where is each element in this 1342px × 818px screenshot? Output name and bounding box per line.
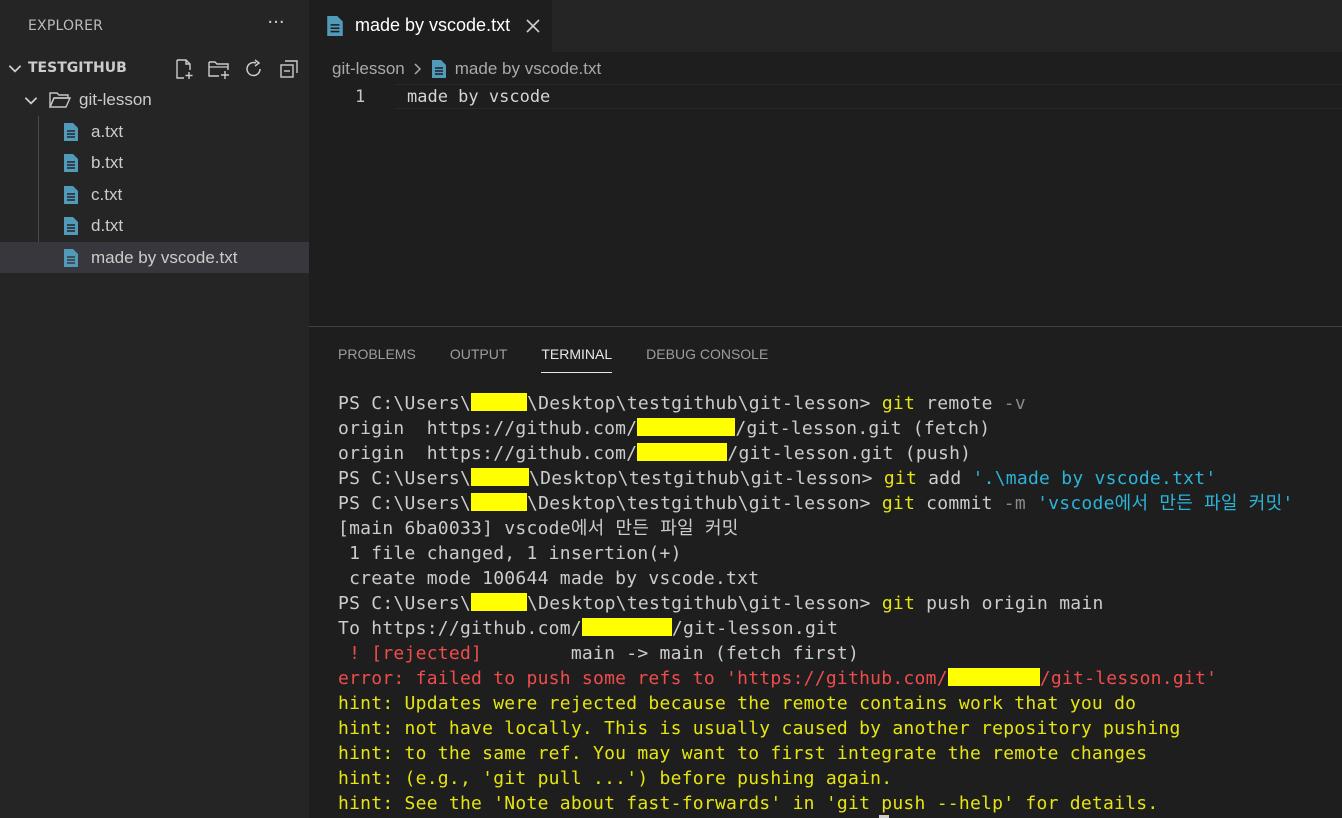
workspace-name: TESTGITHUB — [28, 60, 127, 76]
terminal-line: origin https://github.com//git-lesson.gi… — [338, 443, 972, 464]
file-icon — [431, 60, 447, 78]
breadcrumb-folder[interactable]: git-lesson — [332, 59, 405, 79]
chevron-right-icon — [411, 61, 425, 77]
redaction-mark — [581, 618, 672, 636]
file-icon — [327, 16, 343, 36]
file-item-selected[interactable]: made by vscode.txt — [0, 242, 309, 273]
file-item[interactable]: a.txt — [0, 116, 309, 147]
redaction-mark — [947, 668, 1040, 686]
file-label: c.txt — [91, 185, 123, 204]
explorer-header: EXPLORER ··· — [0, 0, 309, 52]
terminal-line: PS C:\Users\ \Desktop\testgithub\git-less… — [338, 468, 1217, 489]
file-item[interactable]: c.txt — [0, 179, 309, 210]
tab-output[interactable]: OUTPUT — [450, 345, 508, 373]
file-icon — [64, 186, 78, 204]
panel-tabs: PROBLEMS OUTPUT TERMINAL DEBUG CONSOLE — [338, 345, 802, 375]
terminal-hint-line: hint: See the 'Note about fast-forwards'… — [338, 793, 1159, 814]
file-item[interactable]: d.txt — [0, 210, 309, 241]
editor-tab[interactable]: made by vscode.txt — [309, 0, 552, 52]
more-actions-icon[interactable]: ··· — [262, 12, 290, 33]
terminal-line: create mode 100644 made by vscode.txt — [338, 568, 760, 589]
file-label: made by vscode.txt — [91, 248, 238, 267]
file-label: b.txt — [91, 153, 124, 172]
explorer-actions — [172, 57, 301, 81]
line-text[interactable]: made by vscode — [407, 87, 550, 107]
folder-git-lesson[interactable]: git-lesson — [0, 84, 309, 115]
new-folder-icon[interactable] — [207, 57, 231, 81]
terminal-line: PS C:\Users\ \Desktop\testgithub\git-less… — [338, 393, 1026, 414]
line-number: 1 — [355, 87, 366, 107]
tab-bar: made by vscode.txt — [309, 0, 1342, 52]
terminal-line: PS C:\Users\ \Desktop\testgithub\git-less… — [338, 493, 1294, 514]
redaction-mark — [471, 593, 528, 611]
explorer-sidebar: EXPLORER ··· TESTGITHUB git-lesson a.txt… — [0, 0, 309, 818]
tab-label: made by vscode.txt — [355, 15, 511, 35]
file-label: d.txt — [91, 216, 124, 235]
breadcrumb: git-lesson made by vscode.txt — [332, 57, 601, 81]
terminal-line: 1 file changed, 1 insertion(+) — [338, 543, 682, 564]
file-icon — [64, 217, 78, 235]
breadcrumb-file[interactable]: made by vscode.txt — [455, 59, 601, 79]
terminal-line: origin https://github.com//git-lesson.gi… — [338, 418, 991, 439]
workspace-header[interactable]: TESTGITHUB — [0, 53, 309, 83]
bottom-panel: PROBLEMS OUTPUT TERMINAL DEBUG CONSOLE P… — [309, 326, 1342, 818]
terminal-error-line: error: failed to push some refs to 'http… — [338, 668, 1218, 689]
file-icon — [64, 249, 78, 267]
collapse-all-icon[interactable] — [277, 57, 301, 81]
explorer-title: EXPLORER — [28, 18, 104, 34]
redaction-mark — [471, 393, 528, 411]
file-item[interactable]: b.txt — [0, 147, 309, 178]
editor-area: made by vscode.txt git-lesson made by vs… — [309, 0, 1342, 326]
terminal-line: ! [rejected] main -> main (fetch first) — [338, 643, 860, 664]
chevron-down-icon — [8, 65, 22, 73]
tab-terminal[interactable]: TERMINAL — [541, 345, 613, 373]
terminal-hint-line: hint: to the same ref. You may want to f… — [338, 743, 1148, 764]
terminal-line: PS C:\Users\ \Desktop\testgithub\git-less… — [338, 593, 1104, 614]
redaction-mark — [637, 418, 736, 436]
terminal-hint-line: hint: (e.g., 'git pull ...') before push… — [338, 768, 893, 789]
code-line[interactable]: 1 made by vscode — [309, 84, 1342, 110]
folder-open-icon — [49, 92, 71, 108]
terminal-hint-line: hint: not have locally. This is usually … — [338, 718, 1181, 739]
folder-label: git-lesson — [79, 90, 152, 109]
tab-debug-console[interactable]: DEBUG CONSOLE — [646, 345, 768, 373]
redaction-mark — [637, 443, 728, 461]
terminal-output[interactable]: PS C:\Users\ \Desktop\testgithub\git-less… — [338, 391, 1338, 816]
refresh-icon[interactable] — [242, 57, 266, 81]
file-label: a.txt — [91, 122, 124, 141]
file-icon — [64, 154, 78, 172]
file-icon — [64, 123, 78, 141]
chevron-down-icon — [24, 97, 38, 105]
tab-problems[interactable]: PROBLEMS — [338, 345, 416, 373]
terminal-hint-line: hint: Updates were rejected because the … — [338, 693, 1137, 714]
new-file-icon[interactable] — [172, 57, 196, 81]
terminal-line: To https://github.com//git-lesson.git — [338, 618, 839, 639]
redaction-mark — [471, 493, 528, 511]
close-icon[interactable] — [523, 16, 543, 36]
redaction-mark — [471, 468, 530, 486]
terminal-line: [main 6ba0033] vscode에서 만든 파일 커밋 — [338, 518, 739, 539]
